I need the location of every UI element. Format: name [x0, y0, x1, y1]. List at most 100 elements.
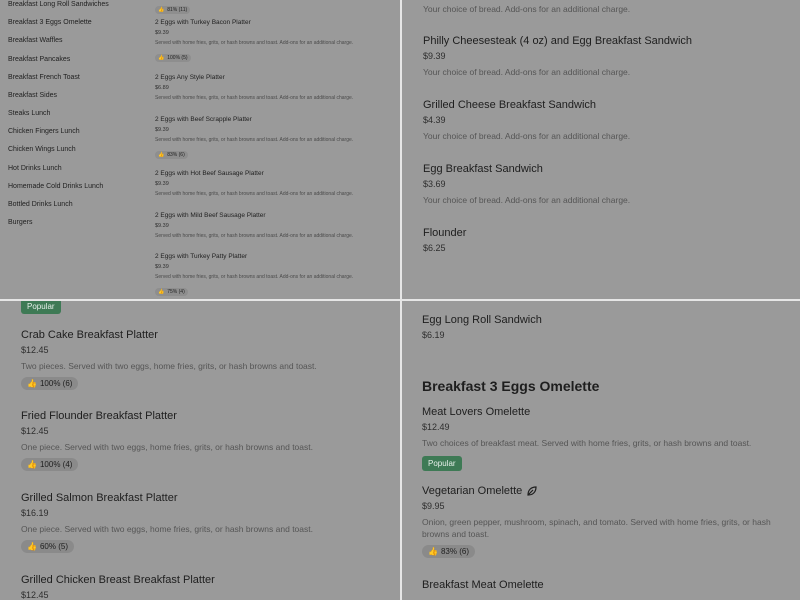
thumbs-up-icon: 👍 [27, 379, 37, 388]
menu-item-card[interactable]: Egg Breakfast Sandwich $3.69 Your choice… [423, 163, 630, 206]
menu-item-card[interactable]: 2 Eggs with Turkey Bacon Platter $9.39 S… [155, 19, 395, 64]
item-name: Flounder [423, 227, 467, 239]
menu-item-card[interactable]: 2 Eggs with Beef Scrapple Platter $9.39 … [155, 116, 395, 161]
quadrant-divider-horizontal [0, 299, 800, 301]
sidebar-item-breakfast-sides[interactable]: Breakfast Sides [8, 92, 57, 99]
item-name: Fried Flounder Breakfast Platter [21, 410, 177, 422]
menu-item-card[interactable]: Fried Flounder Breakfast Platter $12.45 … [21, 410, 313, 472]
menu-item-card[interactable]: Grilled Chicken Breast Breakfast Platter… [21, 574, 215, 600]
menu-item-card[interactable]: 2 Eggs with Mild Beef Sausage Platter $9… [155, 212, 395, 239]
item-description: Served with home fries, grits, or hash b… [155, 137, 354, 143]
menu-item-card[interactable]: Grilled Cheese Breakfast Sandwich $4.39 … [423, 99, 630, 142]
menu-item-card[interactable]: Flounder $6.25 [423, 227, 466, 253]
item-price: $3.69 [423, 179, 446, 189]
item-price: $6.25 [423, 243, 446, 253]
item-name: Meat Lovers Omelette [422, 406, 531, 418]
item-name: 2 Eggs with Turkey Bacon Platter [155, 19, 251, 26]
rating-pill: 👍 100% (6) [21, 377, 79, 390]
item-description: Onion, green pepper, mushroom, spinach, … [422, 517, 771, 539]
sidebar-item-chicken-wings-lunch[interactable]: Chicken Wings Lunch [8, 146, 76, 153]
menu-item-card[interactable]: Egg Long Roll Sandwich $6.19 [422, 314, 542, 340]
menu-panel-top-right: Your choice of bread. Add-ons for an add… [402, 0, 800, 299]
item-description: One piece. Served with two eggs, home fr… [21, 442, 313, 452]
item-price: $9.39 [423, 51, 446, 61]
menu-item-card[interactable]: Crab Cake Breakfast Platter $12.45 Two p… [21, 329, 317, 391]
item-name: Grilled Salmon Breakfast Platter [21, 492, 178, 504]
item-description: Two pieces. Served with two eggs, home f… [21, 361, 317, 371]
item-price: $9.39 [155, 264, 169, 270]
item-name: 2 Eggs with Beef Scrapple Platter [155, 116, 252, 123]
item-price: $6.19 [422, 330, 445, 340]
sidebar-item-homemade-cold-drinks-lunch[interactable]: Homemade Cold Drinks Lunch [8, 183, 103, 190]
section-title: Breakfast 3 Eggs Omelette [422, 378, 600, 394]
menu-item-card[interactable]: Philly Cheesesteak (4 oz) and Egg Breakf… [423, 35, 692, 78]
sidebar-item-breakfast-3-eggs-omelette[interactable]: Breakfast 3 Eggs Omelette [8, 19, 92, 26]
menu-item-card[interactable]: Grilled Salmon Breakfast Platter $16.19 … [21, 492, 313, 554]
item-name: Grilled Cheese Breakfast Sandwich [423, 99, 597, 111]
item-description: Your choice of bread. Add-ons for an add… [423, 131, 631, 141]
menu-panel-bottom-right: Egg Long Roll Sandwich $6.19 Breakfast 3… [402, 301, 800, 600]
menu-item-card[interactable]: Breakfast Meat Omelette [422, 579, 544, 591]
item-description: One piece. Served with two eggs, home fr… [21, 524, 313, 534]
leaf-icon [527, 486, 537, 496]
popular-badge: Popular [21, 301, 61, 314]
thumbs-up-icon: 👍 [428, 547, 438, 556]
item-price: $12.49 [422, 422, 450, 432]
item-price: $12.45 [21, 426, 49, 436]
item-name: Vegetarian Omelette [422, 485, 523, 497]
sidebar-item-steaks-lunch[interactable]: Steaks Lunch [8, 110, 50, 117]
sidebar-item-breakfast-long-roll-sandwiches[interactable]: Breakfast Long Roll Sandwiches [8, 1, 109, 8]
sidebar-item-bottled-drinks-lunch[interactable]: Bottled Drinks Lunch [8, 201, 73, 208]
menu-panel-bottom-left: Popular Crab Cake Breakfast Platter $12.… [0, 301, 400, 600]
rating-pill: 👍 81% (11) [155, 0, 395, 16]
item-price: $9.39 [155, 181, 169, 187]
item-description: Served with home fries, grits, or hash b… [155, 95, 354, 101]
rating-pill: 👍 60% (5) [21, 540, 74, 553]
sidebar-item-hot-drinks-lunch[interactable]: Hot Drinks Lunch [8, 165, 62, 172]
thumbs-up-icon: 👍 [158, 152, 165, 158]
thumbs-up-icon: 👍 [27, 542, 37, 551]
item-description: Your choice of bread. Add-ons for an add… [423, 67, 631, 77]
item-description-partial: Your choice of bread. Add-ons for an add… [423, 4, 631, 14]
item-description: Served with home fries, grits, or hash b… [155, 191, 354, 197]
thumbs-up-icon: 👍 [158, 289, 165, 295]
item-price: $4.39 [423, 115, 446, 125]
menu-panel-top-left: Breakfast Long Roll Sandwiches Breakfast… [0, 0, 400, 299]
item-price: $9.39 [155, 223, 169, 229]
thumbs-up-icon: 👍 [158, 55, 165, 61]
menu-item-card[interactable]: 2 Eggs with Turkey Patty Platter $9.39 S… [155, 253, 395, 298]
rating-pill: 👍 100% (5) [155, 54, 191, 62]
rating-pill: 👍 83% (6) [155, 151, 188, 159]
item-price: $9.95 [422, 501, 445, 511]
thumbs-up-icon: 👍 [27, 460, 37, 469]
menu-item-card[interactable]: 2 Eggs with Hot Beef Sausage Platter $9.… [155, 170, 395, 197]
item-name: Grilled Chicken Breast Breakfast Platter [21, 574, 215, 586]
menu-item-card[interactable]: Vegetarian Omelette $9.95 Onion, green p… [422, 485, 792, 559]
item-price: $6.89 [155, 85, 169, 91]
item-price: $9.39 [155, 30, 169, 36]
popular-badge: Popular [422, 456, 462, 471]
item-price: $9.39 [155, 127, 169, 133]
item-description: Served with home fries, grits, or hash b… [155, 40, 354, 46]
sidebar-item-breakfast-french-toast[interactable]: Breakfast French Toast [8, 74, 80, 81]
item-name: 2 Eggs with Hot Beef Sausage Platter [155, 170, 264, 177]
sidebar-item-breakfast-pancakes[interactable]: Breakfast Pancakes [8, 56, 70, 63]
menu-item-card[interactable]: Meat Lovers Omelette $12.49 Two choices … [422, 406, 792, 471]
sidebar-item-burgers[interactable]: Burgers [8, 219, 33, 226]
item-name: Breakfast Meat Omelette [422, 579, 544, 591]
item-name: Philly Cheesesteak (4 oz) and Egg Breakf… [423, 35, 693, 47]
item-name: Egg Long Roll Sandwich [422, 314, 542, 326]
menu-item-card[interactable]: 2 Eggs Any Style Platter $6.89 Served wi… [155, 74, 395, 101]
item-price: $12.45 [21, 590, 49, 600]
item-price: $12.45 [21, 345, 49, 355]
item-name: 2 Eggs with Mild Beef Sausage Platter [155, 212, 266, 219]
item-price: $16.19 [21, 508, 49, 518]
item-description: Two choices of breakfast meat. Served wi… [422, 438, 752, 448]
item-name: Crab Cake Breakfast Platter [21, 329, 158, 341]
rating-pill: 👍 75% (4) [155, 288, 188, 296]
rating-pill: 👍 100% (4) [21, 458, 79, 471]
item-name: 2 Eggs with Turkey Patty Platter [155, 253, 248, 260]
item-name-row: Vegetarian Omelette [422, 485, 792, 497]
sidebar-item-breakfast-waffles[interactable]: Breakfast Waffles [8, 37, 62, 44]
sidebar-item-chicken-fingers-lunch[interactable]: Chicken Fingers Lunch [8, 128, 80, 135]
